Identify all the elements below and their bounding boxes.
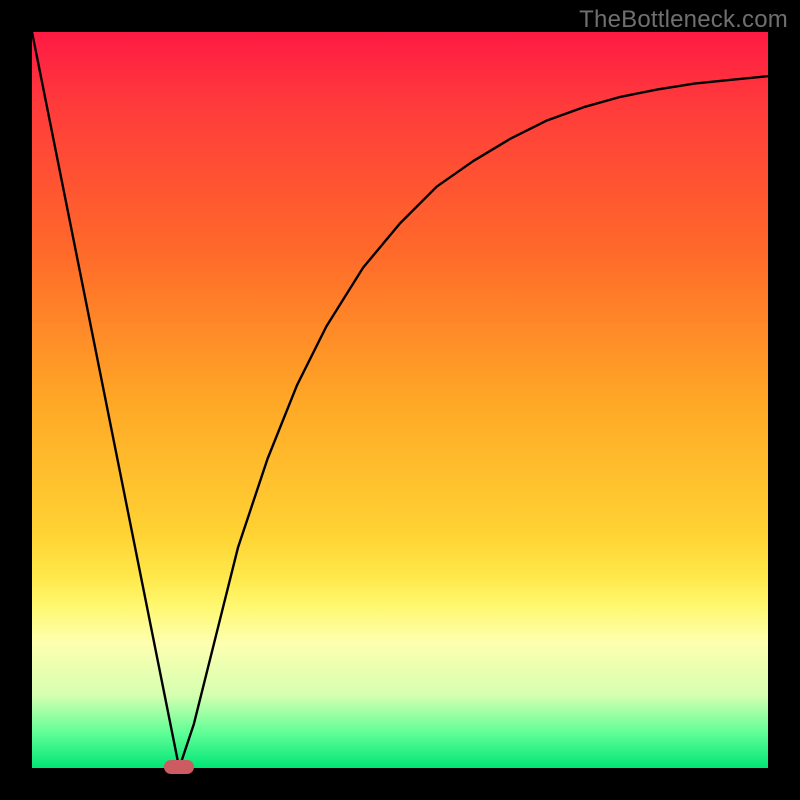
- curve-path: [32, 32, 768, 768]
- optimum-marker: [164, 760, 194, 774]
- bottleneck-curve: [32, 32, 768, 768]
- watermark-text: TheBottleneck.com: [579, 6, 788, 34]
- plot-area: [32, 32, 768, 768]
- chart-frame: TheBottleneck.com: [0, 0, 800, 800]
